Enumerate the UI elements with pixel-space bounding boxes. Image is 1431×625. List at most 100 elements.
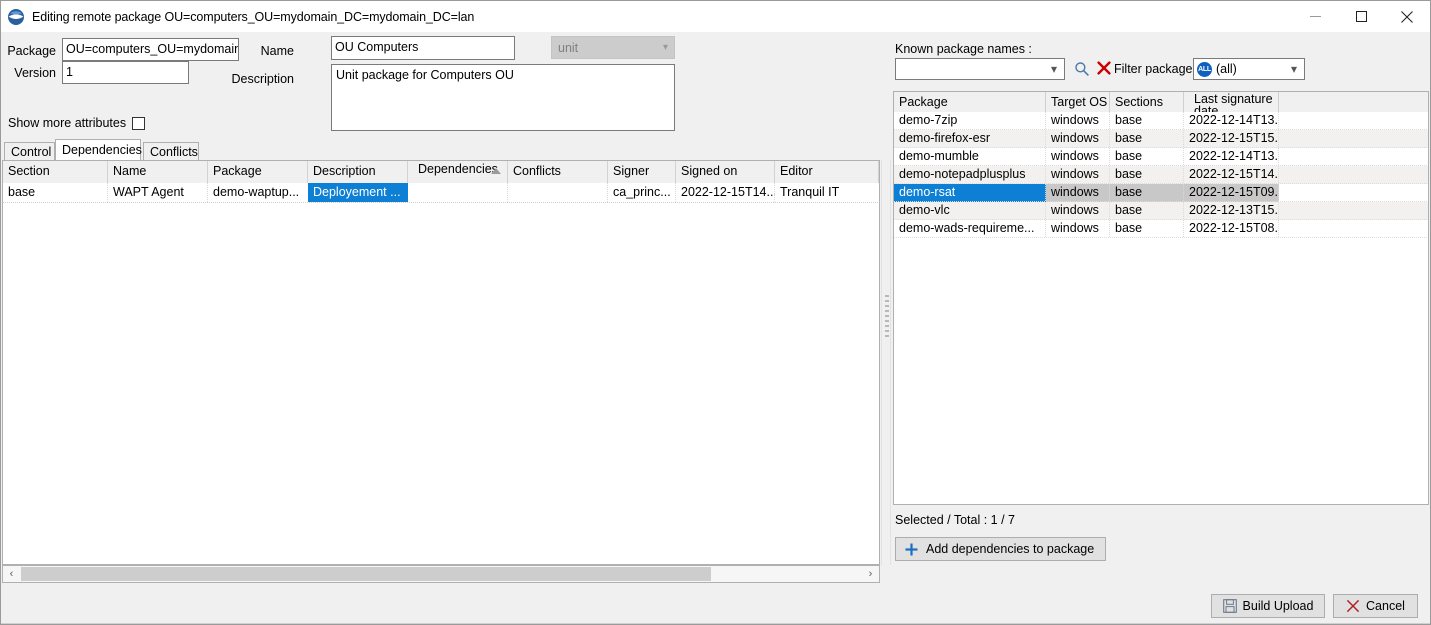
close-button[interactable] [1384,1,1430,32]
known-package-names-label: Known package names : [895,42,1032,56]
column-header-editor[interactable]: Editor [775,161,879,183]
tab-dependencies[interactable]: Dependencies [55,139,141,160]
table-row[interactable]: demo-notepadpluspluswindowsbase2022-12-1… [894,166,1428,184]
cell-name: WAPT Agent [108,183,208,202]
clear-icon[interactable] [1097,61,1111,78]
cell-package: demo-rsat [894,184,1046,202]
package-label: Package [4,44,56,58]
chevron-down-icon: ▾ [1291,62,1297,76]
add-dependencies-label: Add dependencies to package [926,542,1094,556]
column-header-conflicts[interactable]: Conflicts [508,161,608,183]
scrollbar-thumb[interactable] [21,567,711,581]
cell-target-os: windows [1046,220,1110,238]
column-separator [1278,112,1279,130]
search-icon[interactable] [1074,61,1090,80]
column-header-section[interactable]: Section [3,161,108,183]
column-header-name[interactable]: Name [108,161,208,183]
window-title: Editing remote package OU=computers_OU=m… [32,10,474,24]
column-header-description[interactable]: Description [308,161,408,183]
table-row[interactable]: demo-vlcwindowsbase2022-12-13T15... [894,202,1428,220]
column-separator [1278,220,1279,238]
column-separator [1109,184,1110,202]
wapt-globe-icon [7,8,25,26]
column-header-signer[interactable]: Signer [608,161,676,183]
cell-target-os: windows [1046,148,1110,166]
filter-packages-label: Filter packages [1114,62,1199,76]
cancel-x-icon [1346,599,1360,613]
name-input[interactable]: OU Computers [331,36,515,60]
column-separator [1278,166,1279,184]
cell-description[interactable]: Deployement ... [308,183,408,202]
window-controls [1292,1,1430,32]
cell-target-os: windows [1046,202,1110,220]
scroll-left-arrow-icon[interactable]: ‹ [3,566,20,582]
cell-last-signature: 2022-12-15T14... [1184,166,1279,184]
known-packages-panel: Known package names : ▾ Filter packages … [891,39,1429,584]
cell-section: base [3,183,108,202]
cell-editor: Tranquil IT [775,183,879,202]
table-row[interactable]: demo-7zipwindowsbase2022-12-14T13... [894,112,1428,130]
cell-last-signature: 2022-12-15T09... [1184,184,1279,202]
column-separator [1278,130,1279,148]
table-row[interactable]: demo-rsatwindowsbase2022-12-15T09... [894,184,1428,202]
table-row[interactable]: base WAPT Agent demo-waptup... Deployeme… [3,183,879,202]
version-input[interactable]: 1 [62,61,189,84]
scrollbar-track[interactable] [711,566,862,582]
column-header-package[interactable]: Package [894,92,1046,112]
filter-packages-dropdown[interactable]: ALL (all) ▾ [1193,58,1305,80]
editing-remote-package-window: Editing remote package OU=computers_OU=m… [0,0,1431,625]
show-more-attributes-label: Show more attributes [8,116,126,130]
minimize-button[interactable] [1292,1,1338,32]
horizontal-scrollbar[interactable]: ‹ › [2,565,880,583]
known-packages-rows: demo-7zipwindowsbase2022-12-14T13...demo… [894,112,1428,238]
column-header-target-os[interactable]: Target OS [1046,92,1110,112]
tab-strip: Control Dependencies Conflicts [2,139,880,160]
show-more-attributes-checkbox[interactable] [132,117,145,130]
known-package-names-combobox[interactable]: ▾ [895,58,1065,80]
add-dependencies-button[interactable]: Add dependencies to package [895,537,1106,561]
column-header-package[interactable]: Package [208,161,308,183]
column-separator [1045,130,1046,148]
tab-conflicts[interactable]: Conflicts [143,142,199,160]
dependencies-grid[interactable]: Section Name Package Description Depende… [2,160,880,565]
table-row[interactable]: demo-mumblewindowsbase2022-12-14T13... [894,148,1428,166]
show-more-attributes-row[interactable]: Show more attributes [8,116,145,130]
selected-total-label: Selected / Total : 1 / 7 [895,513,1015,527]
column-separator [1045,166,1046,184]
column-separator [1109,166,1110,184]
cell-target-os: windows [1046,184,1110,202]
cell-sections: base [1110,112,1184,130]
cancel-button[interactable]: Cancel [1333,594,1418,618]
cell-last-signature: 2022-12-13T15... [1184,202,1279,220]
column-separator [1109,148,1110,166]
description-textarea[interactable]: Unit package for Computers OU [331,64,675,131]
column-separator [1109,112,1110,130]
known-packages-grid[interactable]: Package Target OS Sections Last signatur… [893,91,1429,505]
table-row[interactable]: demo-wads-requireme...windowsbase2022-12… [894,220,1428,238]
column-separator [1045,112,1046,130]
window-bottom-edge [1,623,1430,624]
unit-dropdown: unit ▾ [551,36,675,59]
column-separator [1278,184,1279,202]
column-separator [1183,148,1184,166]
column-separator [1183,112,1184,130]
cell-sections: base [1110,130,1184,148]
chevron-down-icon: ▾ [663,42,668,53]
build-upload-button[interactable]: Build Upload [1211,594,1325,618]
panel-splitter[interactable] [881,160,891,565]
package-input[interactable]: OU=computers_OU=mydomain_ [62,38,239,61]
column-separator [1109,202,1110,220]
table-row[interactable]: demo-firefox-esrwindowsbase2022-12-15T15… [894,130,1428,148]
column-separator [1109,220,1110,238]
save-icon [1223,599,1237,613]
scroll-right-arrow-icon[interactable]: › [862,566,879,582]
tab-dependencies-label: Dependencies [62,143,142,157]
splitter-grip-icon [885,295,889,339]
column-header-sections[interactable]: Sections [1110,92,1184,112]
maximize-button[interactable] [1338,1,1384,32]
tab-control[interactable]: Control [4,142,55,160]
column-header-last-signature[interactable]: Last signature date [1184,92,1279,112]
column-header-signed-on[interactable]: Signed on [676,161,775,183]
column-header-dependencies[interactable]: Dependencies [408,161,508,183]
column-separator [1109,130,1110,148]
